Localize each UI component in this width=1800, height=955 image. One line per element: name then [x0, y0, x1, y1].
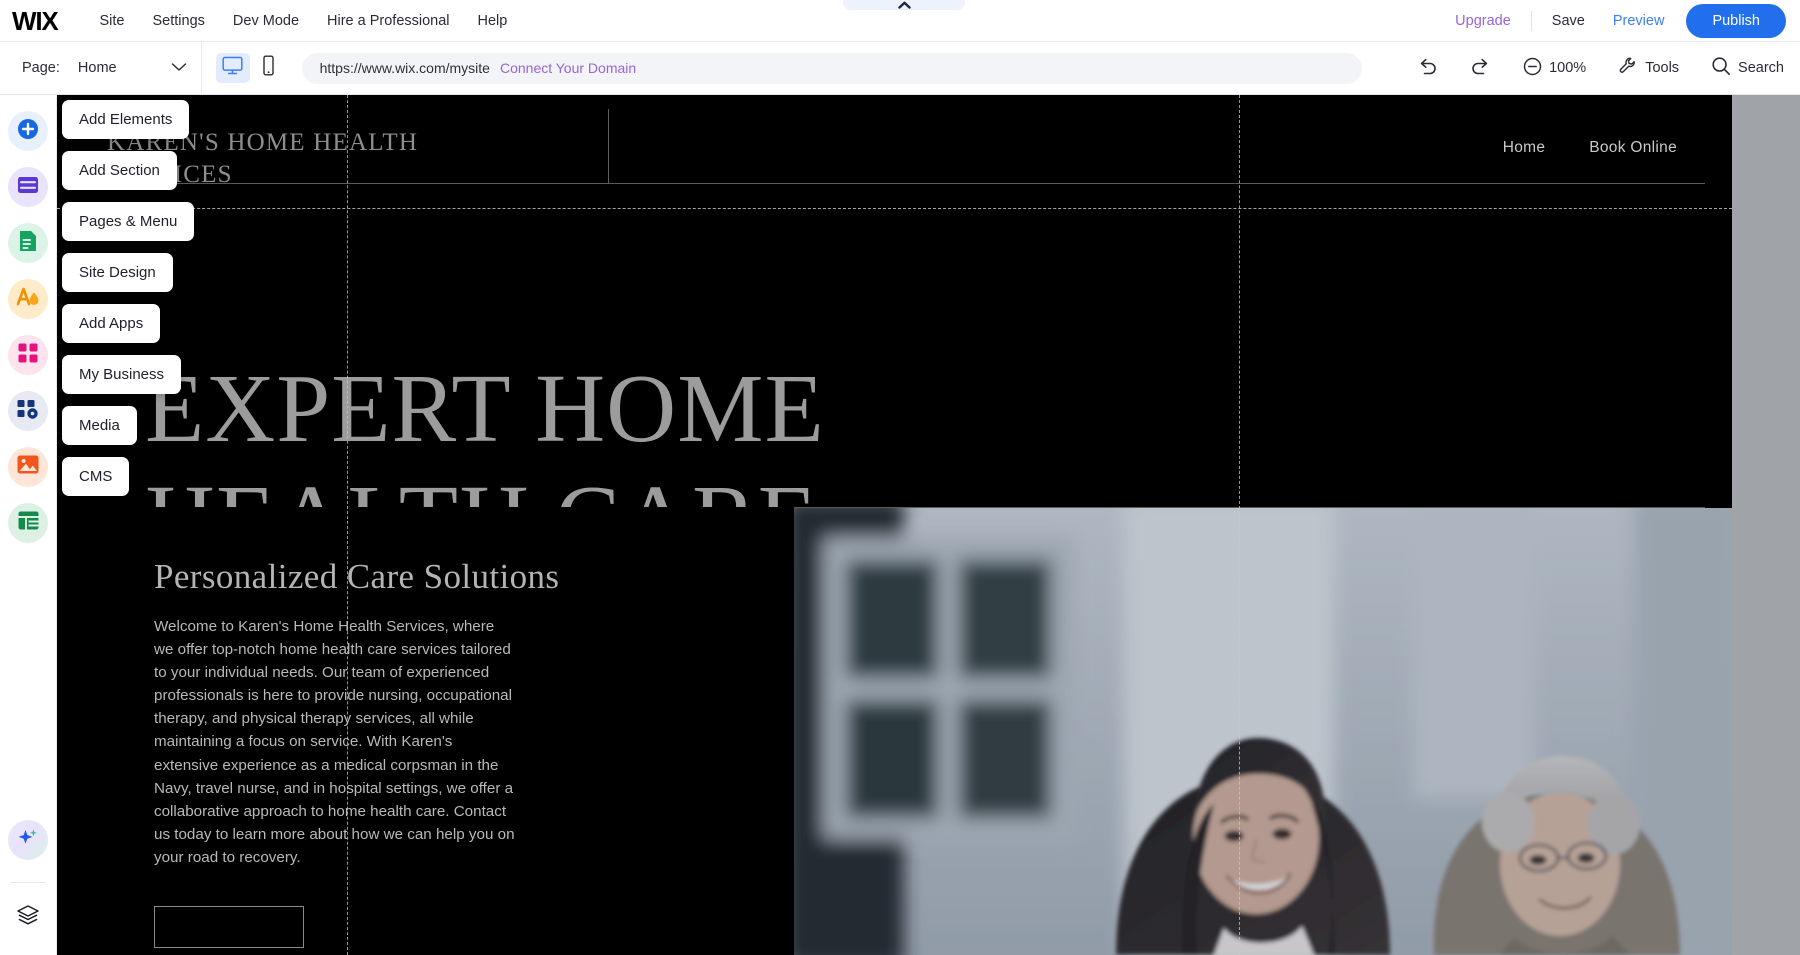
top-menu-item-site[interactable]: Site: [86, 7, 139, 35]
site-url-text: https://www.wix.com/mysite: [319, 60, 490, 76]
rail-pages-and-menu[interactable]: [8, 223, 48, 263]
floating-panel-buttons: Add Elements Add Section Pages & Menu Si…: [62, 100, 195, 508]
wix-logo[interactable]: WIX: [12, 8, 59, 34]
rail-media[interactable]: [8, 447, 48, 487]
zoom-level-label: 100%: [1549, 60, 1587, 76]
search-label: Search: [1738, 60, 1784, 76]
add-apps-button[interactable]: Add Apps: [62, 304, 161, 343]
pages-and-menu-button[interactable]: Pages & Menu: [62, 202, 195, 241]
caregiver-and-senior-woman-photo: [794, 508, 1732, 955]
editor-toolbar: Page: Home https://www.wix.com/mysite Co…: [0, 41, 1800, 95]
rail-ai-assistant[interactable]: [8, 820, 48, 860]
search-button[interactable]: Search: [1695, 42, 1800, 95]
header-vertical-guide: [608, 109, 609, 183]
rail-add-section[interactable]: [8, 167, 48, 207]
page-selector-value[interactable]: Home: [78, 60, 117, 76]
site-design-icon: [15, 285, 41, 314]
add-icon: [16, 117, 40, 146]
site-nav-item-book-online[interactable]: Book Online: [1589, 139, 1677, 157]
mobile-view-icon: [261, 55, 276, 81]
editor-toolbar-right: 100% Tools Search: [1401, 42, 1800, 95]
editor-guide-horizontal: [57, 208, 1732, 209]
chevron-down-icon: [171, 59, 187, 77]
about-heading: Personalized Care Solutions: [154, 557, 560, 596]
rail-add-apps[interactable]: [8, 335, 48, 375]
device-toggle: [215, 53, 286, 83]
redo-button[interactable]: [1454, 42, 1507, 95]
editor-canvas[interactable]: KAREN'S HOME HEALTH SERVICES Home Book O…: [57, 95, 1800, 955]
undo-icon: [1417, 57, 1438, 79]
rail-bottom-group: [0, 820, 57, 955]
top-bar: WIX Site Settings Dev Mode Hire a Profes…: [0, 0, 1800, 42]
my-business-button[interactable]: My Business: [62, 355, 182, 394]
site-preview-frame[interactable]: KAREN'S HOME HEALTH SERVICES Home Book O…: [57, 95, 1732, 955]
desktop-view-button[interactable]: [215, 53, 250, 83]
layers-icon: [16, 904, 40, 931]
about-section[interactable]: Personalized Care Solutions Welcome to K…: [57, 507, 794, 955]
top-menu-item-settings[interactable]: Settings: [139, 7, 219, 35]
site-navigation: Home Book Online: [1503, 139, 1677, 157]
canvas-gutter: [1732, 95, 1800, 955]
rail-site-design[interactable]: [8, 279, 48, 319]
mobile-view-button[interactable]: [252, 53, 286, 83]
rail-layers[interactable]: [8, 897, 48, 937]
add-apps-icon: [17, 342, 39, 369]
about-paragraph: Welcome to Karen's Home Health Services,…: [154, 618, 515, 866]
connect-domain-link[interactable]: Connect Your Domain: [500, 60, 636, 76]
rail-my-business[interactable]: [8, 391, 48, 431]
left-rail: [0, 95, 57, 955]
upgrade-button[interactable]: Upgrade: [1441, 7, 1525, 35]
save-button[interactable]: Save: [1538, 7, 1599, 35]
hero-heading-line-1: EXPERT HOME: [145, 355, 825, 462]
zoom-control[interactable]: 100%: [1507, 42, 1602, 95]
editor-guide-vertical-right: [1239, 95, 1240, 955]
tools-icon: [1618, 56, 1638, 80]
rail-cms[interactable]: [8, 503, 48, 543]
pages-menu-icon: [18, 229, 38, 258]
divider: [1530, 10, 1532, 31]
search-icon: [1711, 56, 1731, 80]
page-label: Page:: [22, 60, 60, 76]
divider: [200, 41, 202, 95]
media-button[interactable]: Media: [62, 406, 137, 445]
rail-add-elements[interactable]: [8, 111, 48, 151]
site-url-bar[interactable]: https://www.wix.com/mysite Connect Your …: [301, 52, 1362, 84]
redo-icon: [1470, 57, 1491, 79]
add-section-button[interactable]: Add Section: [62, 151, 177, 190]
site-nav-item-home[interactable]: Home: [1503, 139, 1546, 157]
top-menu-item-help[interactable]: Help: [464, 7, 522, 35]
about-photo[interactable]: [794, 508, 1732, 955]
undo-button[interactable]: [1401, 42, 1454, 95]
zoom-out-icon: [1523, 57, 1542, 80]
top-bar-actions: Upgrade Save Preview Publish: [1441, 3, 1800, 38]
desktop-view-icon: [222, 56, 243, 80]
cms-icon: [17, 510, 40, 536]
tools-label: Tools: [1645, 60, 1680, 76]
top-menu-item-hire-a-professional[interactable]: Hire a Professional: [313, 7, 464, 35]
top-menu: Site Settings Dev Mode Hire a Profession…: [86, 7, 522, 35]
top-menu-item-dev-mode[interactable]: Dev Mode: [219, 7, 313, 35]
chevron-up-icon: [897, 1, 911, 9]
about-cta-button[interactable]: [154, 906, 304, 948]
tools-button[interactable]: Tools: [1602, 42, 1695, 95]
preview-button[interactable]: Preview: [1599, 7, 1679, 35]
site-header[interactable]: KAREN'S HOME HEALTH SERVICES Home Book O…: [57, 95, 1732, 200]
ai-sparkle-icon: [16, 826, 40, 855]
collapse-toolbar-tab[interactable]: [843, 0, 965, 10]
publish-button[interactable]: Publish: [1686, 3, 1786, 38]
divider: [11, 882, 45, 883]
cms-button[interactable]: CMS: [62, 457, 130, 496]
editor-guide-vertical-left: [347, 95, 348, 955]
media-icon: [16, 454, 40, 480]
site-design-button[interactable]: Site Design: [62, 253, 173, 292]
add-elements-button[interactable]: Add Elements: [62, 100, 190, 139]
my-business-icon: [16, 398, 40, 425]
header-rule: [83, 183, 1705, 184]
add-section-icon: [16, 175, 40, 200]
page-selector-caret[interactable]: [171, 59, 187, 77]
